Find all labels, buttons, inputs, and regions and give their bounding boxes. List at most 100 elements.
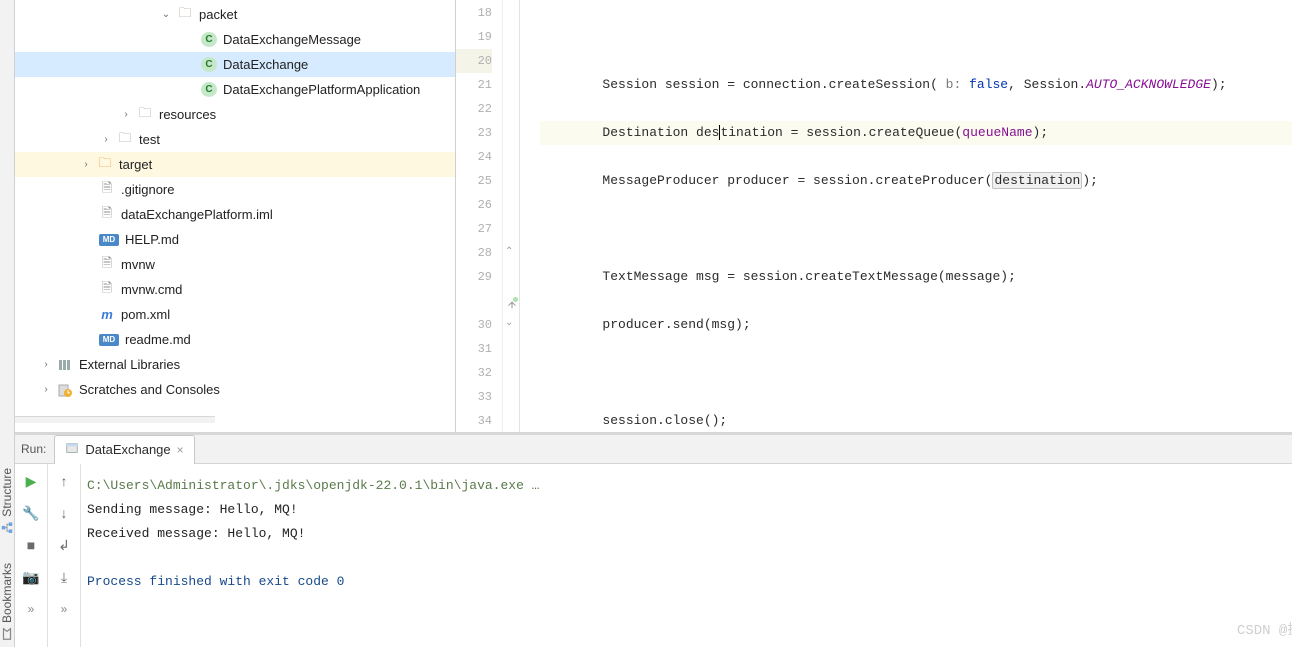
md-icon: MD: [99, 334, 119, 346]
tree-row-extlib[interactable]: › External Libraries: [15, 352, 455, 377]
tree-label: DataExchangeMessage: [223, 32, 361, 47]
ln: 31: [456, 337, 492, 361]
folder-icon: 🗀: [117, 132, 133, 148]
structure-icon: [0, 521, 14, 535]
tree-row-test[interactable]: ›🗀test: [15, 127, 455, 152]
console-output[interactable]: C:\Users\Administrator\.jdks\openjdk-22.…: [81, 464, 1292, 647]
ide-root: Structure Bookmarks ⌄ 🗀 packet C DataExchan…: [0, 0, 1292, 647]
ln: 23: [456, 121, 492, 145]
tree-row-gitignore[interactable]: 🗎.gitignore: [15, 177, 455, 202]
tree-label: Scratches and Consoles: [79, 382, 220, 397]
run-tab[interactable]: DataExchange ×: [54, 435, 194, 464]
tree-row-iml[interactable]: 🗎 dataExchangePlatform.iml: [15, 202, 455, 227]
md-icon: MD: [99, 234, 119, 246]
tree-row-packet[interactable]: ⌄ 🗀 packet: [15, 2, 455, 27]
tree-row-scratch[interactable]: › Scratches and Consoles: [15, 377, 455, 402]
console-cmd: C:\Users\Administrator\.jdks\openjdk-22.…: [87, 474, 1292, 498]
chevron-right-icon: ›: [41, 385, 51, 395]
camera-icon[interactable]: 📷: [22, 568, 40, 586]
run-tabbar: Run: DataExchange ×: [15, 435, 1292, 464]
run-body: ▶ 🔧 ■ 📷 » ↑ ↓ ↲ ⤓ » C:\Users\Administrat…: [15, 464, 1292, 647]
tree-label: .gitignore: [121, 182, 174, 197]
tree-label: resources: [159, 107, 216, 122]
tree-row-help[interactable]: MD HELP.md: [15, 227, 455, 252]
project-tree[interactable]: ⌄ 🗀 packet C DataExchangeMessage C DataExcha…: [15, 0, 456, 432]
tree-label: DataExchange: [223, 57, 308, 72]
close-icon[interactable]: ×: [177, 443, 184, 457]
console-exit: Process finished with exit code 0: [87, 570, 1292, 594]
soft-wrap-icon[interactable]: ↲: [55, 536, 73, 554]
ln: 30: [456, 313, 492, 337]
bookmarks-label: Bookmarks: [0, 563, 14, 623]
up-arrow-icon[interactable]: ↑: [55, 472, 73, 490]
file-icon: 🗎: [99, 207, 115, 223]
watermark: CSDN @执子代码: [1237, 619, 1292, 643]
class-icon: C: [201, 32, 217, 47]
tree-row-depa[interactable]: C DataExchangePlatformApplication: [15, 77, 455, 102]
scroll-end-icon[interactable]: ⤓: [55, 568, 73, 586]
run-label: Run:: [21, 442, 46, 456]
tree-label: dataExchangePlatform.iml: [121, 207, 273, 222]
chevron-right-icon: ›: [81, 160, 91, 170]
override-icon[interactable]: [505, 296, 517, 308]
fold-start-icon[interactable]: ⌄: [505, 317, 517, 329]
bookmarks-tab[interactable]: Bookmarks: [0, 563, 14, 641]
chevron-down-icon: ⌄: [161, 10, 171, 20]
code-area[interactable]: Session session = connection.createSessi…: [520, 0, 1292, 432]
ln: 29: [456, 265, 492, 289]
class-icon: C: [201, 82, 217, 97]
scratches-icon: [57, 382, 73, 398]
ln: 26: [456, 193, 492, 217]
left-vertical-tabs: Structure Bookmarks: [0, 0, 15, 647]
file-icon: 🗎: [99, 282, 115, 298]
ln: 21: [456, 73, 492, 97]
expand-icon[interactable]: »: [22, 600, 40, 618]
down-arrow-icon[interactable]: ↓: [55, 504, 73, 522]
tree-row-mvnw[interactable]: 🗎mvnw: [15, 252, 455, 277]
tree-label: HELP.md: [125, 232, 179, 247]
structure-label: Structure: [0, 468, 14, 517]
tree-label: pom.xml: [121, 307, 170, 322]
ln: [456, 289, 492, 313]
tree-row-target[interactable]: ›🗀target: [15, 152, 455, 177]
console-line: Sending message: Hello, MQ!: [87, 498, 1292, 522]
more-icon[interactable]: »: [55, 600, 73, 618]
wrench-icon[interactable]: 🔧: [22, 504, 40, 522]
tree-label: External Libraries: [79, 357, 180, 372]
console-line: Received message: Hello, MQ!: [87, 522, 1292, 546]
ln: 33: [456, 385, 492, 409]
stop-icon[interactable]: ■: [22, 536, 40, 554]
run-panel: Run: DataExchange × ▶ 🔧 ■ 📷 »: [15, 432, 1292, 647]
library-icon: [57, 357, 73, 373]
tree-row-readme[interactable]: MDreadme.md: [15, 327, 455, 352]
class-icon: C: [201, 57, 217, 72]
main-area: ⌄ 🗀 packet C DataExchangeMessage C DataExcha…: [15, 0, 1292, 647]
structure-tab[interactable]: Structure: [0, 468, 14, 535]
run-tab-label: DataExchange: [85, 442, 170, 457]
tree-label: DataExchangePlatformApplication: [223, 82, 420, 97]
fold-column[interactable]: ⌃ ⌄: [503, 0, 520, 432]
tree-row-resources[interactable]: ›🗀resources: [15, 102, 455, 127]
rerun-icon[interactable]: ▶: [22, 472, 40, 490]
tree-row-pom[interactable]: m pom.xml: [15, 302, 455, 327]
code-editor[interactable]: 18 19 20 21 22 23 24 25 26 27 28 29 30 3…: [456, 0, 1292, 432]
ln: 27: [456, 217, 492, 241]
fold-end-icon[interactable]: ⌃: [505, 246, 517, 258]
ln: 24: [456, 145, 492, 169]
bookmark-icon: [0, 627, 14, 641]
tree-label: test: [139, 132, 160, 147]
maven-icon: m: [99, 307, 115, 323]
chevron-right-icon: ›: [121, 110, 131, 120]
tree-row-de[interactable]: C DataExchange: [15, 52, 455, 77]
ln: 20: [456, 49, 492, 73]
ln: 25: [456, 169, 492, 193]
tree-row-mvnwcmd[interactable]: 🗎mvnw.cmd: [15, 277, 455, 302]
tree-row-dem[interactable]: C DataExchangeMessage: [15, 27, 455, 52]
line-gutter: 18 19 20 21 22 23 24 25 26 27 28 29 30 3…: [456, 0, 503, 432]
tree-label: packet: [199, 7, 237, 22]
upper-split: ⌄ 🗀 packet C DataExchangeMessage C DataExcha…: [15, 0, 1292, 432]
folder-icon: 🗀: [177, 7, 193, 23]
run-tab-icon: [65, 441, 79, 458]
file-icon: 🗎: [99, 257, 115, 273]
run-toolbar-2: ↑ ↓ ↲ ⤓ »: [48, 464, 81, 647]
